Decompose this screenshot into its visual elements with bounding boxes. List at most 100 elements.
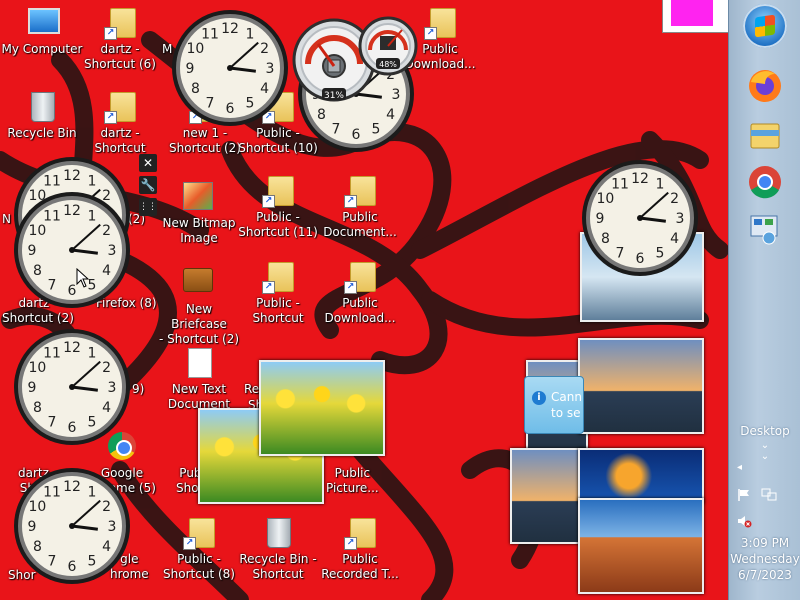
desktop-icon[interactable]: ↗ Public - Shortcut (8) — [157, 518, 241, 582]
cpu-meter-gadget[interactable]: 31% 48% — [292, 8, 420, 104]
desktop-icon[interactable]: New Bitmap Image — [157, 182, 241, 246]
photo-gadget-tulips-front[interactable] — [259, 360, 385, 456]
svg-text:12: 12 — [631, 171, 649, 187]
desktop-icon[interactable]: ↗ Public - Shortcut (11) — [236, 176, 320, 240]
shortcut-arrow-icon: ↗ — [104, 111, 117, 124]
double-chevron-down-icon[interactable]: ⌄ ⌄ — [757, 440, 773, 462]
photo-gadget-desert[interactable] — [578, 498, 704, 594]
svg-text:1: 1 — [88, 484, 97, 500]
network-icon[interactable] — [761, 488, 777, 502]
notification-balloon[interactable]: i Cann to se — [524, 376, 584, 434]
desktop-icon[interactable]: ↗ dartz - Shortcut (6) — [78, 8, 162, 72]
mouse-cursor — [76, 268, 90, 288]
taskbar-clock-time[interactable]: 3:09 PM — [729, 536, 800, 550]
svg-text:9: 9 — [596, 211, 605, 227]
svg-text:2: 2 — [102, 499, 111, 515]
svg-text:3: 3 — [108, 519, 117, 535]
gadget-close-button[interactable]: ✕ — [139, 154, 157, 172]
desktop-icon[interactable]: ↗ Public Download... — [318, 262, 402, 326]
svg-text:9: 9 — [186, 61, 195, 77]
control-panel-taskbar-button[interactable] — [743, 208, 787, 252]
action-center-flag-icon[interactable] — [737, 488, 751, 502]
desktop-icon[interactable]: ↗ Public Document... — [318, 176, 402, 240]
tray-expand-arrow-icon[interactable]: ◂ — [737, 462, 742, 473]
clock-gadget[interactable]: 123456789101112 — [12, 190, 132, 310]
gadget-options-button[interactable]: 🔧 — [139, 176, 157, 194]
monitor-icon — [26, 8, 60, 40]
gadget-drag-handle[interactable]: ⋮⋮ — [139, 198, 157, 216]
corner-window[interactable] — [662, 0, 728, 33]
svg-text:1: 1 — [88, 173, 97, 189]
partial-icon-text: Public Picture... — [326, 466, 379, 495]
clock-gadget[interactable]: 123456789101112 — [12, 327, 132, 447]
taskbar-clock-date[interactable]: 6/7/2023 — [729, 568, 800, 582]
clock-gadget[interactable]: 123456789101112 — [12, 466, 132, 586]
svg-text:8: 8 — [601, 231, 610, 247]
memory-percent: 48% — [379, 60, 397, 69]
doc-icon — [183, 348, 215, 380]
svg-text:2: 2 — [102, 223, 111, 239]
taskbar-clock-day[interactable]: Wednesday — [729, 552, 800, 566]
taskbar: Desktop ⌄ ⌄ ◂ 3:09 PM Wednesday 6/7/2023 — [728, 0, 800, 600]
desktop-icon[interactable]: ↗ Public - Shortcut — [236, 262, 320, 326]
volume-muted-icon[interactable] — [737, 514, 753, 528]
svg-text:3: 3 — [676, 211, 685, 227]
gadget-toolbar: ✕ 🔧 ⋮⋮ — [139, 154, 159, 220]
desktop-icon-label: Public - Shortcut (8) — [163, 552, 235, 581]
svg-text:6: 6 — [352, 127, 361, 143]
bin-icon — [262, 518, 294, 550]
shortcut-arrow-icon: ↗ — [104, 27, 117, 40]
folder-icon: ↗ — [262, 262, 294, 294]
desktop-icon-label: My Computer — [1, 42, 83, 56]
desktop-icon[interactable]: ↗ Public Recorded T... — [318, 518, 402, 582]
explorer-taskbar-button[interactable] — [743, 114, 787, 158]
desktop-icon[interactable]: New Text Document — [157, 348, 241, 412]
firefox-taskbar-button[interactable] — [743, 64, 787, 108]
desktop-icon[interactable]: Recycle Bin — [0, 92, 84, 141]
partial-icon-label[interactable]: Re — [244, 382, 259, 397]
desktop[interactable]: My Computer Recycle Bin ↗ dartz - Shortcut … — [0, 0, 728, 600]
photo-gadget-lighthouse-small[interactable] — [510, 448, 586, 544]
svg-text:12: 12 — [63, 203, 81, 219]
bitmap-icon — [183, 182, 215, 214]
photo-gadget-lighthouse-main[interactable] — [578, 338, 704, 434]
svg-text:8: 8 — [317, 107, 326, 123]
desktop-icon[interactable]: ↗ dartz - Shortcut — [78, 92, 162, 156]
folder-icon: ↗ — [344, 518, 376, 550]
windows-logo-icon — [755, 14, 775, 38]
desktop-icon[interactable]: New Briefcase - Shortcut (2) — [157, 262, 241, 347]
desktop-icon-label: New Bitmap Image — [162, 216, 236, 245]
svg-text:4: 4 — [102, 400, 111, 416]
clock-gadget[interactable]: 123456789101112 — [170, 8, 290, 128]
desktop-icon-label: new 1 - Shortcut (2) — [169, 126, 241, 155]
partial-icon-text: N — [2, 212, 11, 226]
svg-text:4: 4 — [670, 231, 679, 247]
desktop-icon-label: Public Recorded T... — [321, 552, 399, 581]
svg-text:2: 2 — [102, 360, 111, 376]
svg-text:9: 9 — [28, 380, 37, 396]
svg-text:9: 9 — [28, 243, 37, 259]
chrome-taskbar-button[interactable] — [743, 160, 787, 204]
svg-text:4: 4 — [102, 539, 111, 555]
desktop-icon[interactable]: Recycle Bin - Shortcut — [236, 518, 320, 582]
bin-icon — [26, 92, 58, 124]
partial-icon-label[interactable]: Public Picture... — [326, 466, 379, 496]
shortcut-arrow-icon: ↗ — [183, 537, 196, 550]
photo-gadget-jellyfish[interactable] — [578, 448, 704, 504]
show-desktop-button[interactable]: Desktop — [729, 424, 800, 438]
svg-text:6: 6 — [636, 251, 645, 267]
svg-text:8: 8 — [33, 263, 42, 279]
start-button[interactable] — [743, 4, 787, 48]
clock-gadget[interactable]: 123456789101112 — [580, 158, 700, 278]
desktop-icon-label: Public - Shortcut — [252, 296, 304, 325]
partial-icon-label[interactable]: 9) — [132, 382, 144, 397]
desktop-icon[interactable]: My Computer — [0, 8, 84, 57]
svg-text:10: 10 — [28, 360, 46, 376]
partial-icon-text: 9) — [132, 382, 145, 396]
desktop-icon-label: dartz - Shortcut — [94, 126, 146, 155]
svg-text:4: 4 — [260, 81, 269, 97]
svg-text:1: 1 — [88, 208, 97, 224]
brief-icon — [183, 268, 215, 300]
partial-icon-label[interactable]: N — [2, 212, 11, 227]
svg-text:6: 6 — [226, 101, 235, 117]
